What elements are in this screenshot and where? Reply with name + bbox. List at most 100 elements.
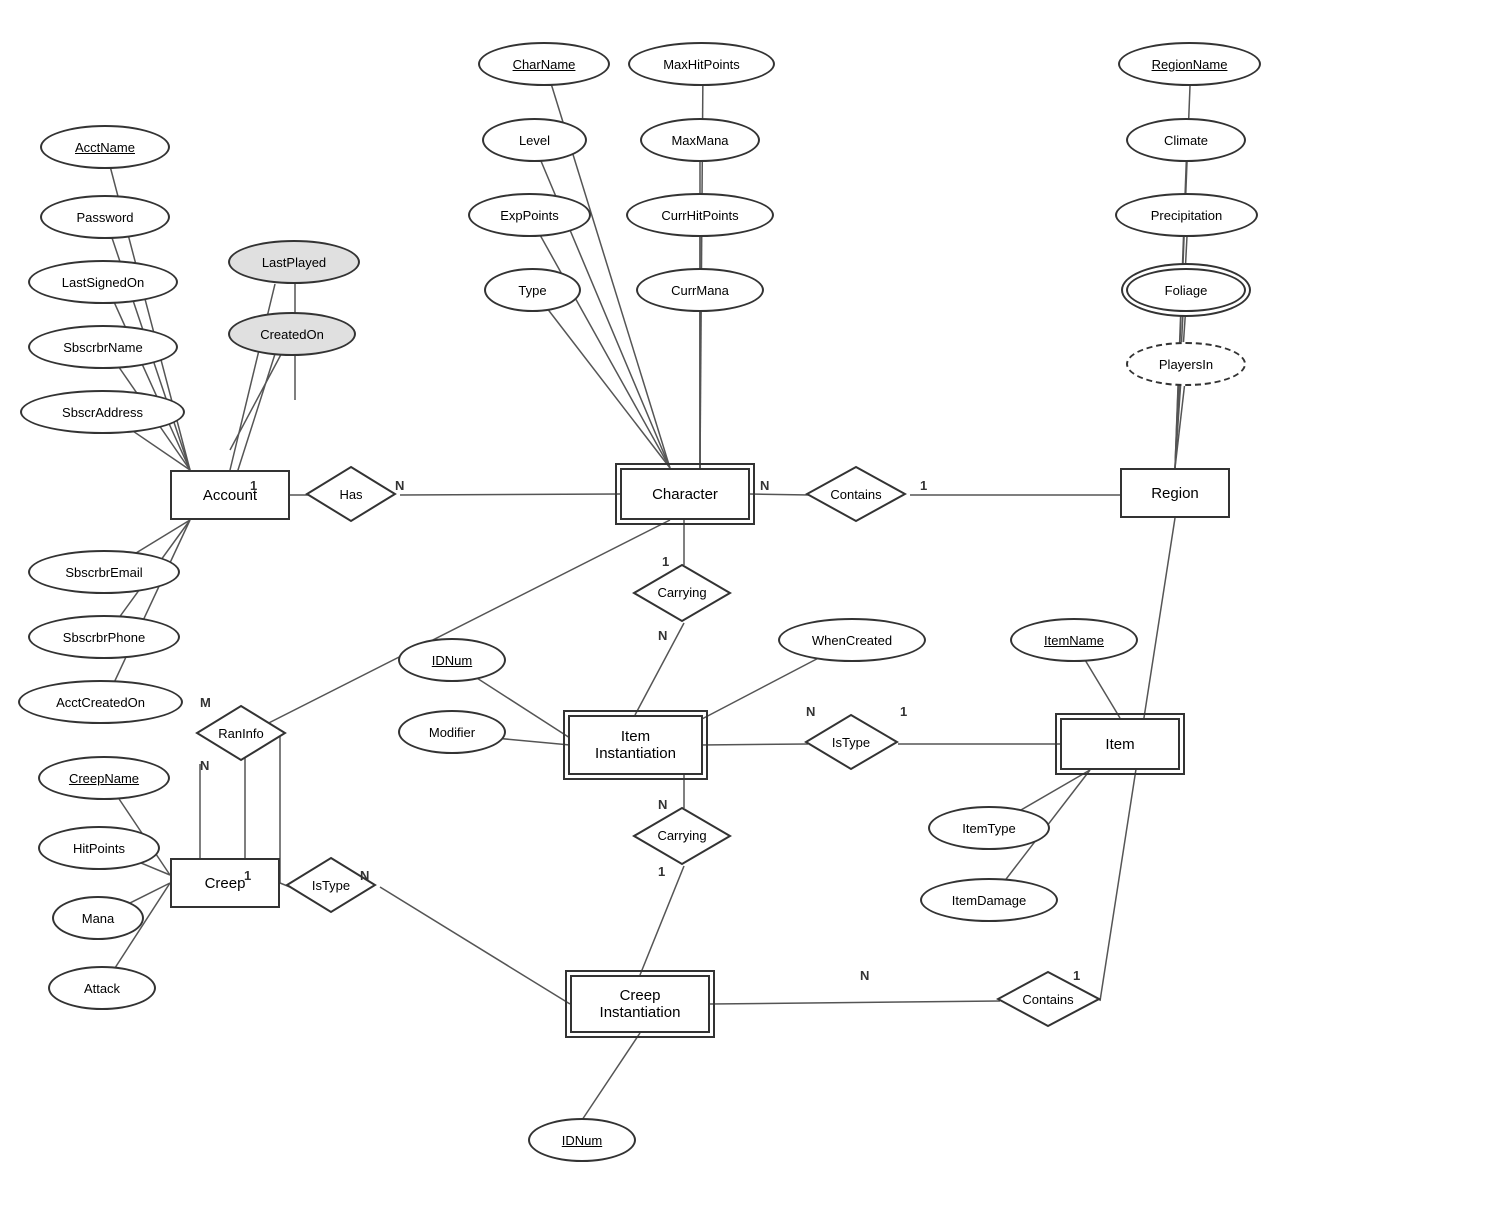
- password-ellipse: Password: [40, 195, 170, 239]
- region-entity: Region: [1120, 468, 1230, 518]
- account-label: Account: [203, 487, 257, 504]
- climate-ellipse: Climate: [1126, 118, 1246, 162]
- acct-created-label: AcctCreatedOn: [56, 695, 145, 710]
- idnum-item-ellipse: IDNum: [398, 638, 506, 682]
- creep-instantiation-entity: Creep Instantiation: [570, 975, 710, 1033]
- carrying-top-diamond: Carrying: [632, 563, 732, 623]
- region-label: Region: [1151, 485, 1199, 502]
- hitpoints-label: HitPoints: [73, 841, 125, 856]
- character-label: Character: [652, 486, 718, 503]
- card-raninfo-m: M: [200, 695, 211, 710]
- card-istype-item: 1: [900, 704, 907, 719]
- sbscrbr-email-label: SbscrbrEmail: [65, 565, 142, 580]
- acctname-ellipse: AcctName: [40, 125, 170, 169]
- svg-text:Carrying: Carrying: [657, 828, 706, 843]
- hitpoints-ellipse: HitPoints: [38, 826, 160, 870]
- createdon-ellipse: CreatedOn: [228, 312, 356, 356]
- sbscrbraddress-label: SbscrAddress: [62, 405, 143, 420]
- currmana-ellipse: CurrMana: [636, 268, 764, 312]
- type-char-ellipse: Type: [484, 268, 581, 312]
- playersin-ellipse: PlayersIn: [1126, 342, 1246, 386]
- maxhitpoints-ellipse: MaxHitPoints: [628, 42, 775, 86]
- itemdamage-ellipse: ItemDamage: [920, 878, 1058, 922]
- currhitpoints-label: CurrHitPoints: [661, 208, 738, 223]
- er-diagram: Account Character Region Item Item Insta…: [0, 0, 1500, 1228]
- whencreated-label: WhenCreated: [812, 633, 892, 648]
- card-raninfo-n: N: [200, 758, 209, 773]
- sbscrbrname-ellipse: SbscrbrName: [28, 325, 178, 369]
- card-has-character: N: [395, 478, 404, 493]
- card-carrying-top-char: 1: [662, 554, 669, 569]
- exppoints-label: ExpPoints: [500, 208, 559, 223]
- itemtype-label: ItemType: [962, 821, 1015, 836]
- mana-creep-ellipse: Mana: [52, 896, 144, 940]
- creepname-label: CreepName: [69, 771, 139, 786]
- precipitation-label: Precipitation: [1151, 208, 1223, 223]
- regionname-ellipse: RegionName: [1118, 42, 1261, 86]
- level-ellipse: Level: [482, 118, 587, 162]
- itemname-label: ItemName: [1044, 633, 1104, 648]
- card-account-has: 1: [250, 478, 257, 493]
- sbscrbr-phone-ellipse: SbscrbrPhone: [28, 615, 180, 659]
- charname-label: CharName: [513, 57, 576, 72]
- svg-text:IsType: IsType: [832, 735, 870, 750]
- mana-creep-label: Mana: [82, 911, 115, 926]
- playersin-label: PlayersIn: [1159, 357, 1213, 372]
- regionname-label: RegionName: [1152, 57, 1228, 72]
- maxhitpoints-label: MaxHitPoints: [663, 57, 740, 72]
- item-entity: Item: [1060, 718, 1180, 770]
- sbscrbr-phone-label: SbscrbrPhone: [63, 630, 145, 645]
- password-label: Password: [76, 210, 133, 225]
- sbscrbr-email-ellipse: SbscrbrEmail: [28, 550, 180, 594]
- raninfo-diamond: RanInfo: [195, 704, 287, 762]
- card-carrying-bottom-n: N: [658, 797, 667, 812]
- exppoints-ellipse: ExpPoints: [468, 193, 591, 237]
- svg-text:RanInfo: RanInfo: [218, 726, 264, 741]
- attack-label: Attack: [84, 981, 120, 996]
- foliage-label: Foliage: [1165, 283, 1208, 298]
- card-istype-creep-1: 1: [244, 868, 251, 883]
- card-contains-creep-1: 1: [1073, 968, 1080, 983]
- lastplayed-label: LastPlayed: [262, 255, 326, 270]
- er-lines: [0, 0, 1500, 1228]
- card-carrying-bottom-1: 1: [658, 864, 665, 879]
- contains-creep-diamond: Contains: [996, 970, 1101, 1028]
- svg-text:Contains: Contains: [1022, 992, 1074, 1007]
- idnum-item-label: IDNum: [432, 653, 472, 668]
- maxmana-ellipse: MaxMana: [640, 118, 760, 162]
- account-entity: Account: [170, 470, 290, 520]
- charname-ellipse: CharName: [478, 42, 610, 86]
- svg-text:Has: Has: [339, 487, 363, 502]
- whencreated-ellipse: WhenCreated: [778, 618, 926, 662]
- modifier-label: Modifier: [429, 725, 475, 740]
- character-entity: Character: [620, 468, 750, 520]
- card-contains-creep-n: N: [860, 968, 869, 983]
- currmana-label: CurrMana: [671, 283, 729, 298]
- attack-ellipse: Attack: [48, 966, 156, 1010]
- lastplayed-ellipse: LastPlayed: [228, 240, 360, 284]
- item-label: Item: [1105, 736, 1134, 753]
- item-instantiation-label: Item Instantiation: [595, 728, 676, 762]
- precipitation-ellipse: Precipitation: [1115, 193, 1258, 237]
- card-contains-region: 1: [920, 478, 927, 493]
- svg-text:Contains: Contains: [830, 487, 882, 502]
- level-label: Level: [519, 133, 550, 148]
- svg-text:IsType: IsType: [312, 878, 350, 893]
- card-character-contains: N: [760, 478, 769, 493]
- sbscrbraddress-ellipse: SbscrAddress: [20, 390, 185, 434]
- itemname-ellipse: ItemName: [1010, 618, 1138, 662]
- maxmana-label: MaxMana: [671, 133, 728, 148]
- contains-region-diamond: Contains: [805, 465, 907, 523]
- carrying-bottom-diamond: Carrying: [632, 806, 732, 866]
- creep-instantiation-label: Creep Instantiation: [600, 987, 681, 1021]
- createdon-label: CreatedOn: [260, 327, 324, 342]
- idnum-creep-ellipse: IDNum: [528, 1118, 636, 1162]
- creep-label: Creep: [205, 875, 246, 892]
- card-carrying-top-item: N: [658, 628, 667, 643]
- itemtype-ellipse: ItemType: [928, 806, 1050, 850]
- foliage-ellipse: Foliage: [1126, 268, 1246, 312]
- card-istype-item-inst: N: [806, 704, 815, 719]
- istype-item-diamond: IsType: [804, 713, 899, 771]
- svg-text:Carrying: Carrying: [657, 585, 706, 600]
- type-char-label: Type: [518, 283, 546, 298]
